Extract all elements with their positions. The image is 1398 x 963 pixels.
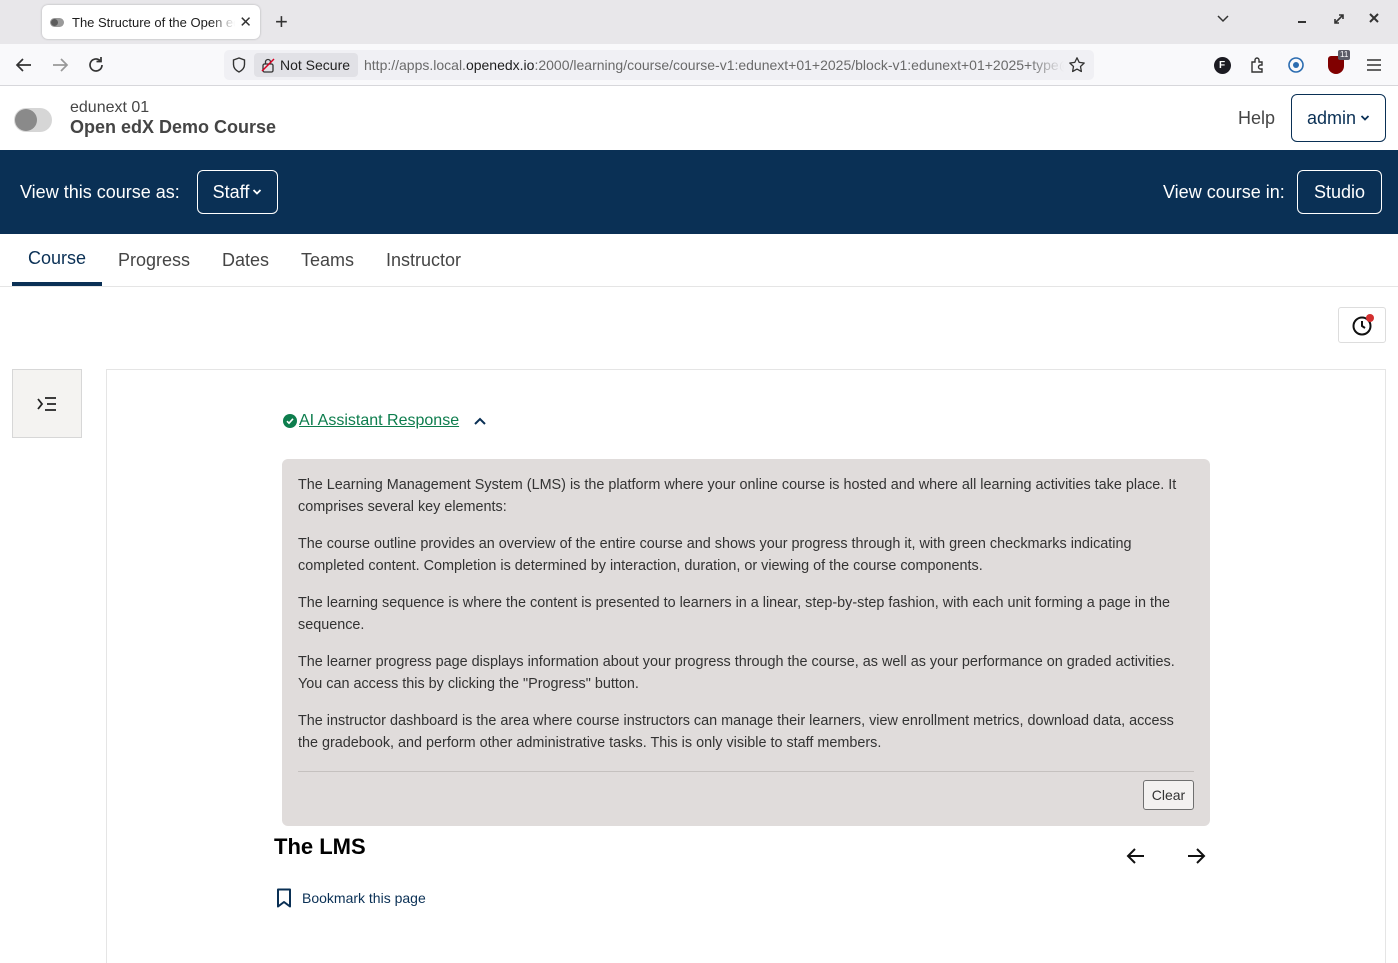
- browser-toolbar: Not Secure http://apps.local.openedx.io:…: [0, 44, 1398, 86]
- bookmark-icon: [277, 888, 291, 908]
- bookmark-star-icon[interactable]: [1068, 56, 1086, 79]
- ai-response-paragraph: The course outline provides an overview …: [298, 536, 1132, 574]
- back-icon[interactable]: [11, 52, 37, 78]
- site-logo[interactable]: [14, 108, 52, 132]
- ai-response-paragraph: The learner progress page displays infor…: [298, 654, 1175, 692]
- next-unit-button[interactable]: [1185, 845, 1207, 867]
- user-menu-button[interactable]: admin: [1291, 94, 1386, 142]
- view-in-label: View course in:: [1163, 182, 1285, 202]
- url-text: http://apps.local.openedx.io:2000/learni…: [364, 57, 1064, 73]
- maximize-icon[interactable]: [1333, 10, 1345, 29]
- tab-progress[interactable]: Progress: [102, 234, 206, 286]
- not-secure-indicator[interactable]: Not Secure: [254, 53, 359, 77]
- course-title: Open edX Demo Course: [70, 117, 277, 137]
- tab-instructor[interactable]: Instructor: [370, 234, 477, 286]
- chevron-up-icon[interactable]: [473, 416, 487, 426]
- account-extension-icon[interactable]: [1286, 55, 1306, 75]
- ai-assistant-toggle[interactable]: AI Assistant Response: [283, 412, 487, 430]
- tab-dates[interactable]: Dates: [206, 234, 285, 286]
- tracking-protection-icon[interactable]: [232, 57, 246, 78]
- arrow-left-icon: [1126, 848, 1144, 864]
- forward-icon[interactable]: [47, 52, 73, 78]
- clear-button[interactable]: Clear: [1143, 780, 1194, 810]
- check-circle-icon: [283, 414, 297, 428]
- ai-assistant-link[interactable]: AI Assistant Response: [299, 412, 459, 430]
- tab-favicon-icon: [50, 17, 64, 27]
- ai-response-paragraph: The learning sequence is where the conte…: [298, 595, 1170, 633]
- user-menu-label: admin: [1306, 107, 1357, 128]
- view-as-value: Staff: [212, 181, 250, 202]
- extension-badge-count: 11: [1338, 50, 1351, 60]
- tab-close-icon[interactable]: ✕: [239, 13, 252, 31]
- help-link[interactable]: Help: [1238, 108, 1275, 129]
- site-header: edunext 01 Open edX Demo Course Help adm…: [0, 86, 1398, 150]
- chevron-down-icon: [253, 189, 262, 195]
- course-outline-toggle[interactable]: [12, 369, 82, 438]
- browser-tab-strip: The Structure of the Open edX Demo Cours…: [0, 0, 1398, 44]
- tab-title: The Structure of the Open edX Demo Cours…: [72, 14, 235, 30]
- app-menu-icon[interactable]: [1364, 55, 1384, 75]
- outline-expand-icon: [37, 396, 56, 411]
- not-secure-label: Not Secure: [280, 57, 351, 73]
- arrow-right-icon: [1188, 848, 1206, 864]
- chevron-down-icon: [1360, 115, 1370, 121]
- extension-f-icon[interactable]: F: [1212, 55, 1232, 75]
- tab-teams[interactable]: Teams: [285, 234, 370, 286]
- unit-title: The LMS: [274, 834, 366, 859]
- view-as-dropdown[interactable]: Staff: [197, 170, 278, 214]
- divider: [298, 771, 1194, 772]
- browser-tab[interactable]: The Structure of the Open edX Demo Cours…: [42, 5, 260, 39]
- course-tabs: Course Progress Dates Teams Instructor: [0, 234, 1398, 287]
- previous-unit-button[interactable]: [1125, 845, 1147, 867]
- notification-dot: [1366, 314, 1374, 322]
- ai-response-paragraph: The instructor dashboard is the area whe…: [298, 713, 1174, 751]
- ai-response-paragraph: The Learning Management System (LMS) is …: [298, 477, 1177, 515]
- tab-course[interactable]: Course: [12, 234, 103, 286]
- studio-button[interactable]: Studio: [1297, 170, 1382, 214]
- reload-icon[interactable]: [83, 52, 109, 78]
- ai-response-panel: The Learning Management System (LMS) is …: [282, 459, 1210, 826]
- course-org: edunext 01: [70, 99, 150, 116]
- view-as-label: View this course as:: [20, 182, 180, 202]
- extensions-puzzle-icon[interactable]: [1248, 55, 1268, 75]
- close-window-icon[interactable]: [1368, 10, 1380, 29]
- bookmark-button[interactable]: Bookmark this page: [276, 888, 426, 908]
- address-bar[interactable]: Not Secure http://apps.local.openedx.io:…: [224, 50, 1094, 80]
- minimize-icon[interactable]: [1296, 10, 1308, 29]
- notifications-tray-button[interactable]: [1338, 307, 1386, 343]
- masquerade-bar: View this course as: Staff View course i…: [0, 150, 1398, 234]
- bookmark-label: Bookmark this page: [302, 890, 426, 906]
- new-tab-icon[interactable]: +: [275, 9, 288, 35]
- list-all-tabs-icon[interactable]: [1215, 10, 1231, 29]
- ublock-origin-icon[interactable]: 11: [1326, 50, 1351, 75]
